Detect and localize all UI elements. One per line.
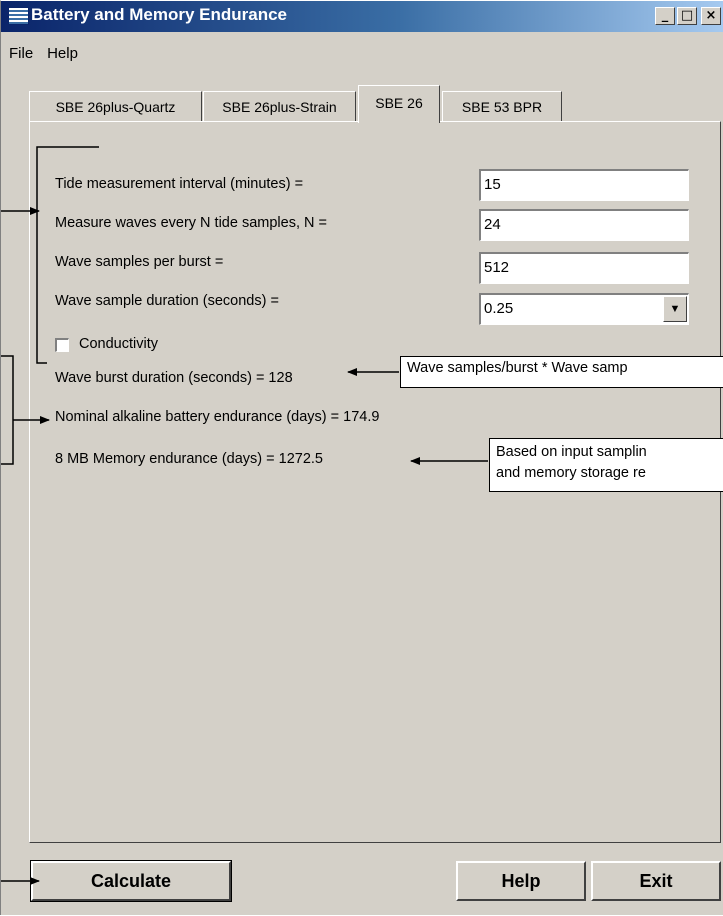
window-title: Battery and Memory Endurance [31,5,288,24]
results-bracket [1,355,14,465]
menu-file[interactable]: File [9,45,33,62]
burst-callout: Wave samples/burst * Wave samp [400,356,723,388]
menu-bar: File Help [9,45,88,62]
minimize-button[interactable]: _ [655,7,675,25]
memory-callout: Based on input samplin and memory storag… [489,438,723,492]
memory-callout-line2: and memory storage re [496,465,646,481]
tab-sbe26plus-quartz[interactable]: SBE 26plus-Quartz [29,91,202,121]
app-icon [8,7,29,25]
menu-help[interactable]: Help [47,45,78,62]
tab-sbe53-bpr[interactable]: SBE 53 BPR [442,91,562,121]
tab-sbe26plus-strain[interactable]: SBE 26plus-Strain [203,91,356,121]
exit-button[interactable]: Exit [591,861,721,901]
help-button[interactable]: Help [456,861,586,901]
maximize-button[interactable]: □ [677,7,697,25]
close-button[interactable]: × [701,7,721,25]
application-window: Battery and Memory Endurance _ □ × File … [0,0,723,915]
tab-sbe26[interactable]: SBE 26 [358,85,440,123]
title-bar[interactable]: Battery and Memory Endurance _ □ × [1,1,723,32]
memory-callout-line1: Based on input samplin [496,444,647,460]
calculate-button[interactable]: Calculate [30,860,232,902]
